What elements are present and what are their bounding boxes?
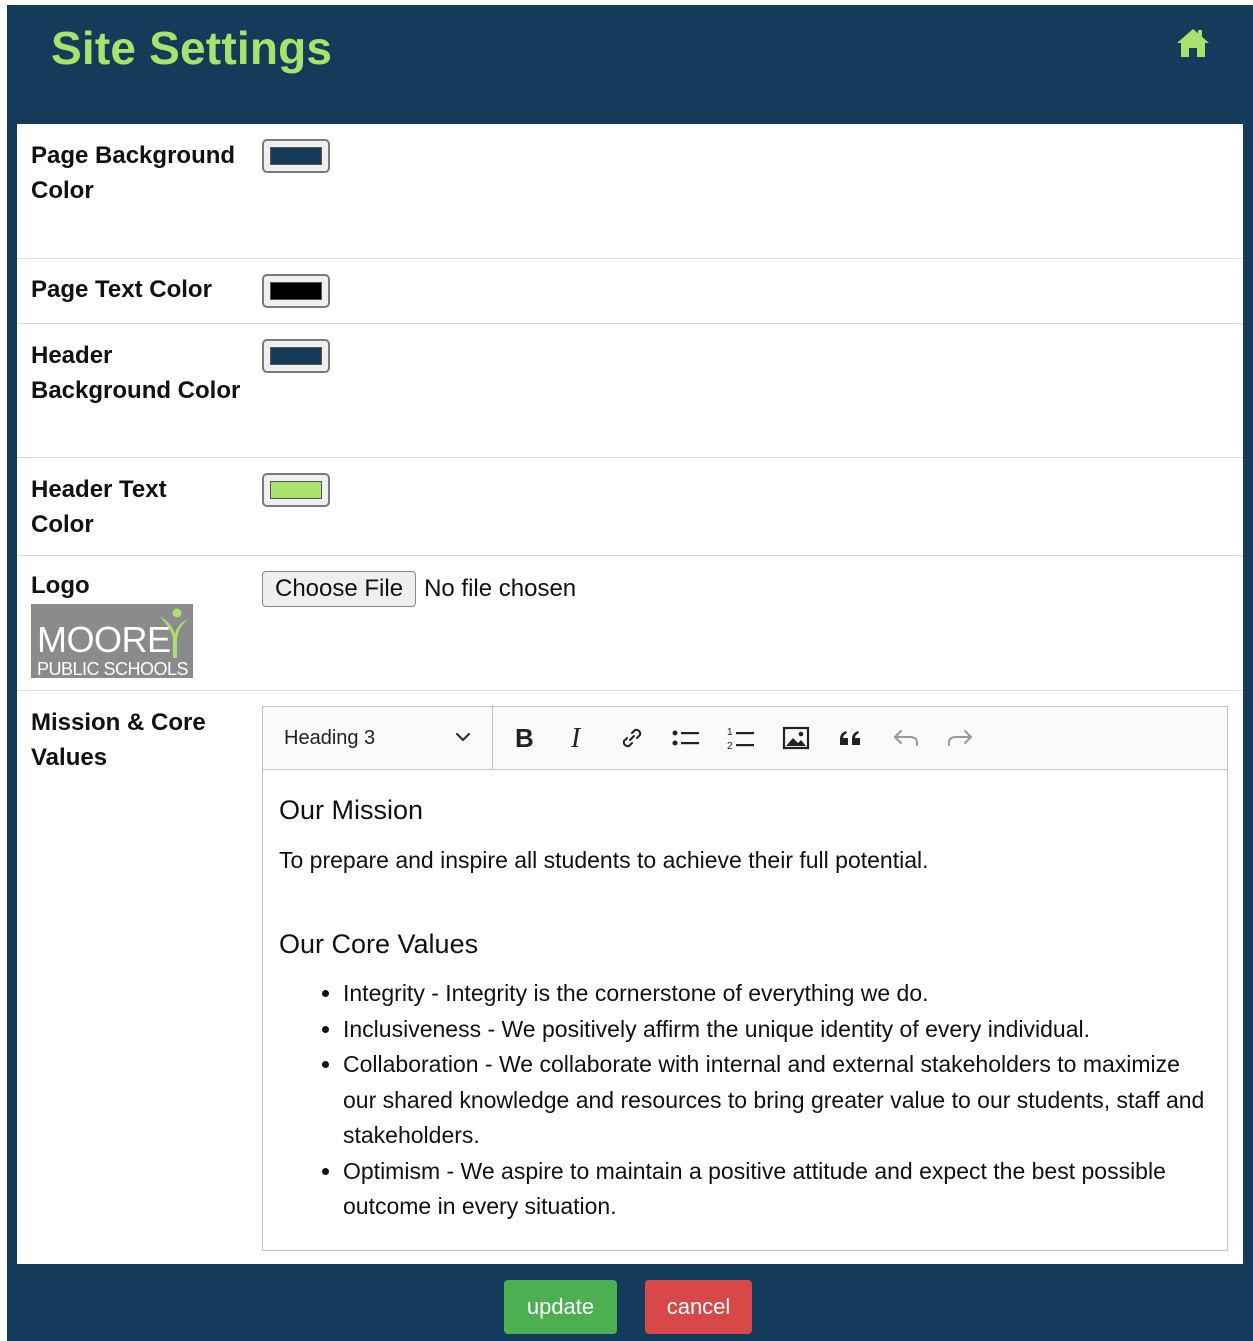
core-values-heading: Our Core Values	[279, 929, 479, 959]
mission-core-values-label: Mission & Core Values	[31, 709, 206, 771]
row-logo: Logo MOORE PUBLIC SCHOOLS Choose File No…	[17, 556, 1243, 691]
page-frame: Site Settings Page Background Color Page…	[7, 5, 1253, 1341]
svg-text:B: B	[515, 725, 534, 751]
bulleted-list-icon[interactable]	[668, 720, 704, 756]
header-background-color-picker[interactable]	[262, 339, 330, 373]
numbered-list-icon[interactable]: 1 2	[723, 720, 759, 756]
mission-text: To prepare and inspire all students to a…	[279, 847, 929, 873]
logo-file-input: Choose File No file chosen	[262, 570, 576, 608]
row-page-background-color: Page Background Color	[17, 124, 1243, 259]
redo-icon[interactable]	[942, 720, 978, 756]
logo-label: Logo	[31, 572, 90, 599]
link-icon[interactable]	[614, 720, 650, 756]
undo-icon[interactable]	[888, 720, 924, 756]
header-text-color-swatch	[270, 481, 322, 499]
site-header: Site Settings	[7, 5, 1253, 123]
settings-form: Page Background Color Page Text Color He…	[17, 124, 1243, 1264]
row-header-text-color: Header Text Color	[17, 458, 1243, 556]
choose-file-button[interactable]: Choose File	[262, 571, 417, 607]
page-background-color-picker[interactable]	[262, 139, 330, 173]
italic-icon[interactable]: I	[560, 720, 596, 756]
page-background-color-swatch	[270, 147, 322, 165]
image-icon[interactable]	[778, 720, 814, 756]
logo-subtext: PUBLIC SCHOOLS	[37, 659, 189, 678]
heading-dropdown[interactable]: Heading 3	[263, 707, 493, 769]
header-background-color-swatch	[270, 347, 322, 365]
logo-image: MOORE PUBLIC SCHOOLS	[31, 604, 193, 678]
header-text-color-label: Header Text Color	[31, 476, 167, 538]
cancel-button[interactable]: cancel	[645, 1280, 752, 1334]
editor-toolbar: Heading 3 B I 1 2	[263, 707, 1227, 770]
svg-text:1: 1	[727, 727, 733, 738]
page-text-color-swatch	[270, 282, 322, 300]
page-title: Site Settings	[51, 22, 333, 74]
list-item: Optimism - We aspire to maintain a posit…	[343, 1154, 1209, 1225]
bold-icon[interactable]: B	[506, 720, 542, 756]
logo-wordmark: MOORE	[37, 619, 171, 660]
page-text-color-picker[interactable]	[262, 274, 330, 308]
file-status-text: No file chosen	[424, 575, 577, 602]
header-background-color-label: Header Background Color	[31, 342, 241, 404]
svg-text:2: 2	[727, 741, 733, 751]
svg-text:I: I	[570, 725, 582, 751]
mission-heading: Our Mission	[279, 795, 424, 825]
heading-dropdown-value: Heading 3	[284, 727, 376, 749]
logo-figure-icon	[159, 608, 189, 658]
update-button[interactable]: update	[504, 1280, 617, 1334]
chevron-down-icon	[455, 732, 471, 742]
editor-content[interactable]: Our Mission To prepare and inspire all s…	[279, 769, 1209, 1225]
rich-text-editor: Heading 3 B I 1 2 Our Mission To prepare…	[262, 706, 1228, 1251]
page-background-color-label: Page Background Color	[31, 142, 236, 204]
list-item: Collaboration - We collaborate with inte…	[343, 1047, 1209, 1154]
list-item: Integrity - Integrity is the cornerstone…	[343, 976, 1209, 1012]
list-item: Inclusiveness - We positively affirm the…	[343, 1012, 1209, 1048]
blockquote-icon[interactable]	[833, 720, 869, 756]
row-header-background-color: Header Background Color	[17, 324, 1243, 458]
row-mission-core-values: Mission & Core Values Heading 3 B I 1 2 …	[17, 691, 1243, 1264]
home-icon[interactable]	[1175, 27, 1211, 59]
header-text-color-picker[interactable]	[262, 473, 330, 507]
core-values-list: Integrity - Integrity is the cornerstone…	[279, 976, 1209, 1225]
row-page-text-color: Page Text Color	[17, 259, 1243, 324]
page-text-color-label: Page Text Color	[31, 276, 212, 303]
